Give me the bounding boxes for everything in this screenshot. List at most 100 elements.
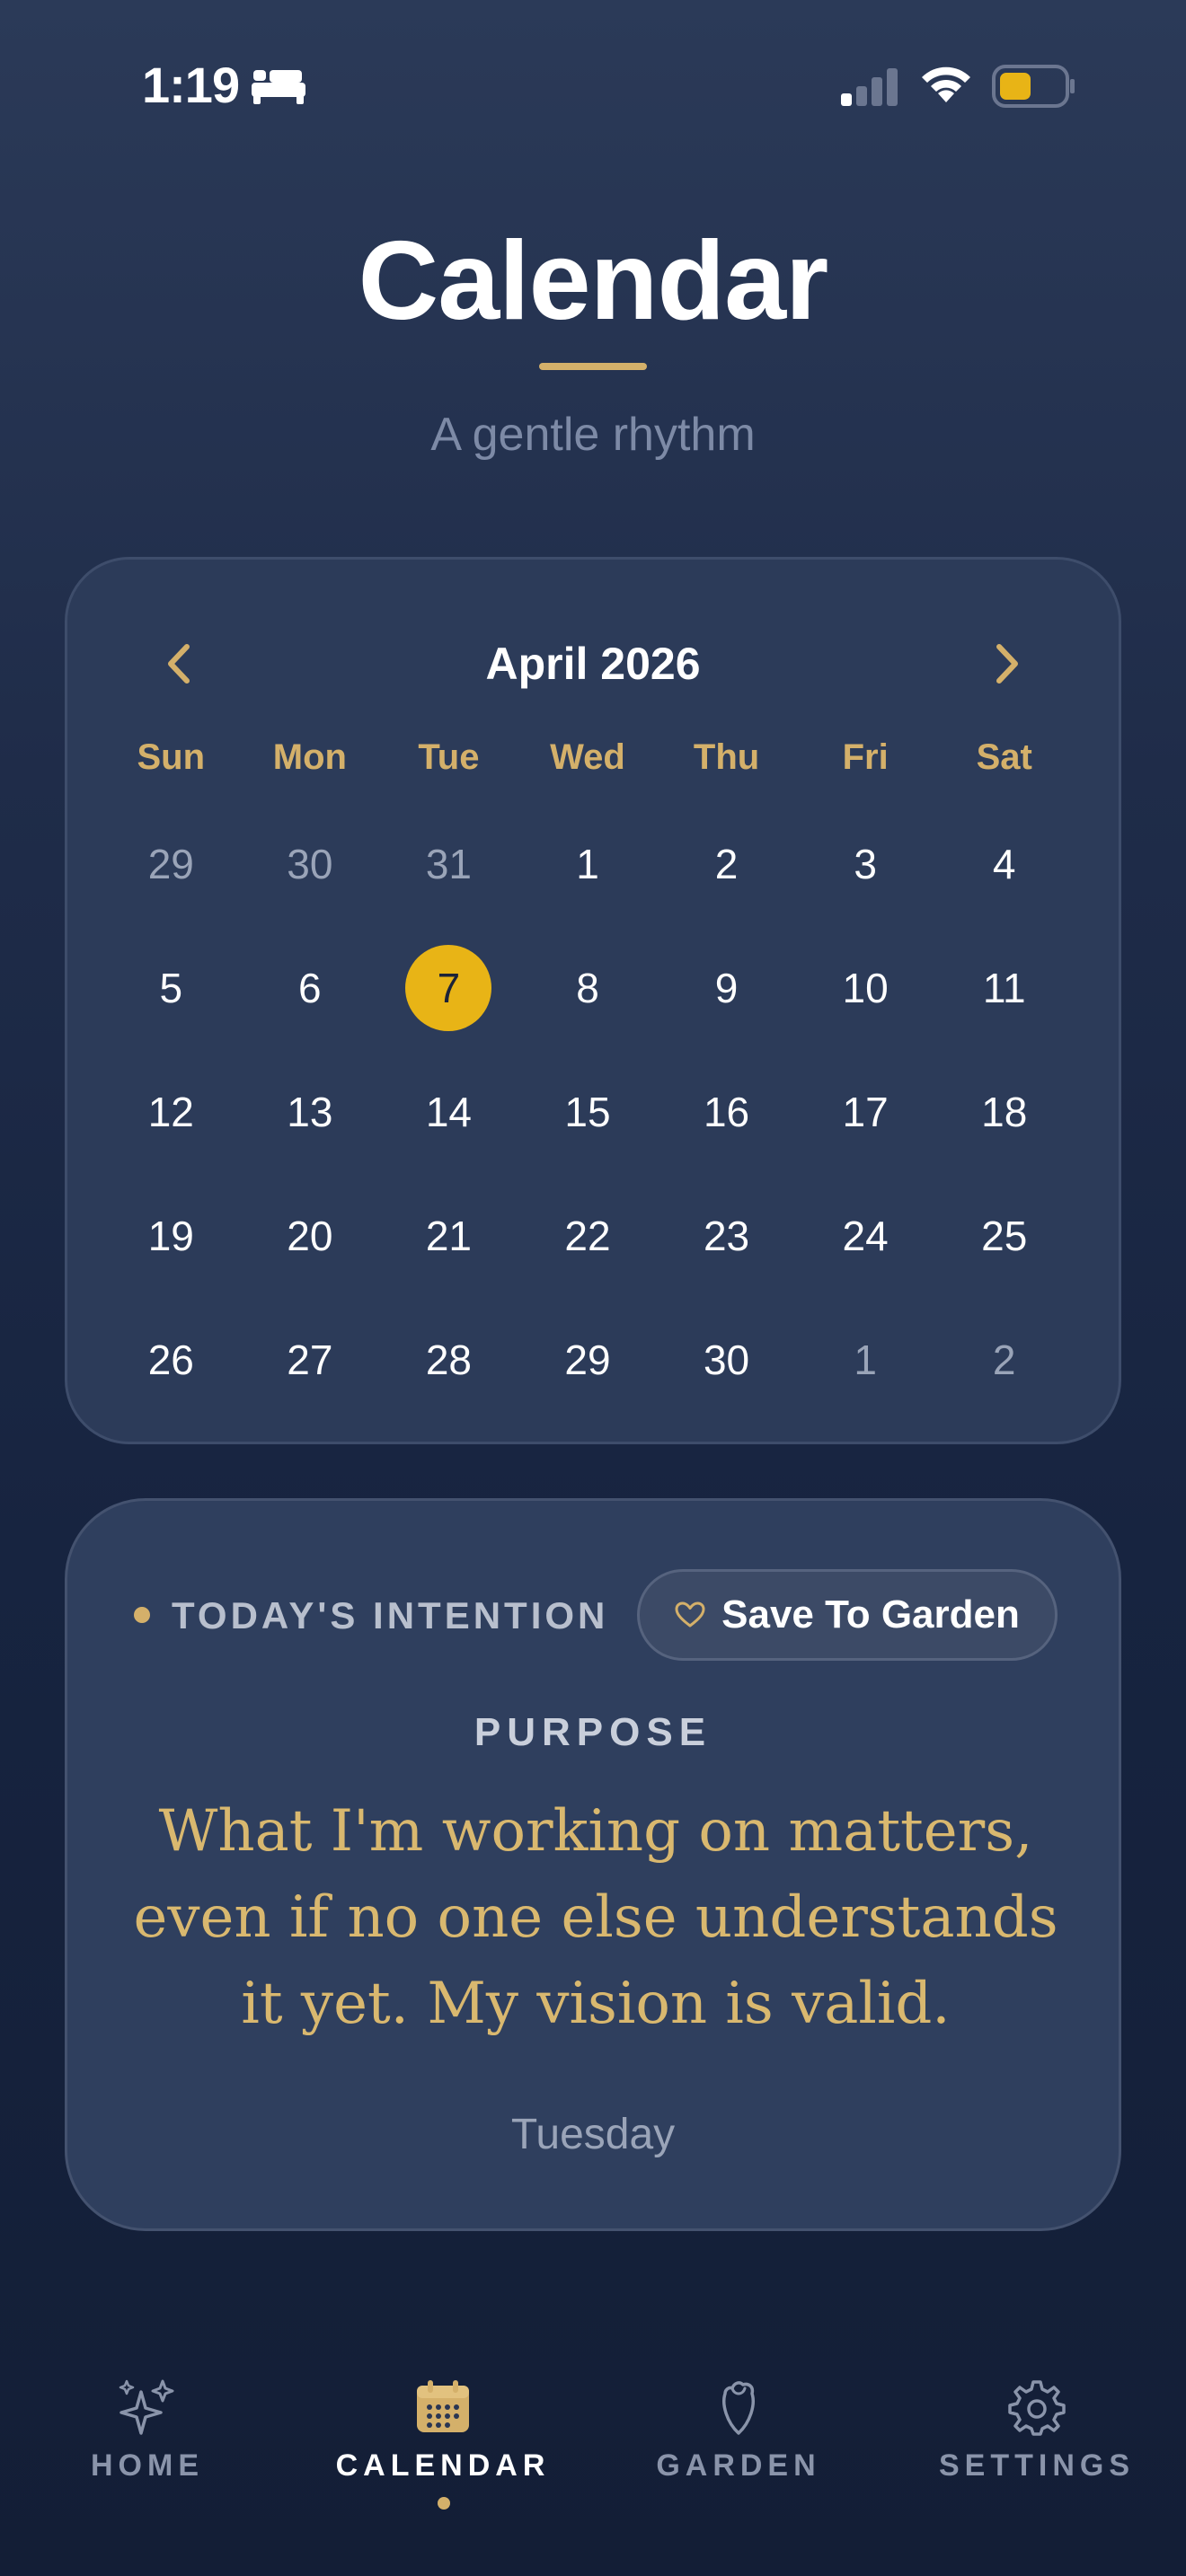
day-cell[interactable]: 3 bbox=[796, 802, 935, 926]
day-cell[interactable]: 26 bbox=[102, 1298, 241, 1422]
day-cell[interactable]: 4 bbox=[934, 802, 1074, 926]
wifi-icon bbox=[922, 66, 970, 102]
day-number: 19 bbox=[147, 1213, 194, 1259]
day-cell[interactable]: 30 bbox=[241, 802, 380, 926]
day-cell[interactable]: 22 bbox=[518, 1174, 658, 1298]
day-cell[interactable]: 6 bbox=[241, 926, 380, 1050]
day-number: 6 bbox=[298, 965, 322, 1011]
day-number: 4 bbox=[992, 841, 1016, 887]
intention-quote: What I'm working on matters, even if no … bbox=[133, 1798, 1058, 2037]
intention-label: TODAY'S INTENTION bbox=[172, 1594, 609, 1636]
day-cell[interactable]: 18 bbox=[934, 1050, 1074, 1174]
page-title: Calendar bbox=[358, 219, 829, 343]
weekday-label: Thu bbox=[693, 737, 760, 777]
bottom-nav: HOME CALENDAR GARDEN SETTINGS bbox=[0, 2353, 1186, 2576]
save-to-garden-button[interactable]: Save To Garden bbox=[637, 1569, 1058, 1661]
day-cell[interactable]: 29 bbox=[102, 802, 241, 926]
weekday-label: Tue bbox=[418, 737, 480, 777]
nav-settings[interactable]: SETTINGS bbox=[911, 2353, 1163, 2515]
weekday-label: Sun bbox=[137, 737, 206, 777]
chevron-right-icon bbox=[996, 644, 1018, 684]
day-number: 2 bbox=[714, 841, 739, 887]
intention-card: TODAY'S INTENTION Save To Garden PURPOSE… bbox=[65, 1498, 1121, 2231]
next-month-button[interactable] bbox=[971, 628, 1043, 700]
day-cell[interactable]: 21 bbox=[379, 1174, 518, 1298]
day-cell[interactable]: 20 bbox=[241, 1174, 380, 1298]
day-cell[interactable]: 8 bbox=[518, 926, 658, 1050]
day-cell[interactable]: 12 bbox=[102, 1050, 241, 1174]
month-label: April 2026 bbox=[485, 639, 701, 689]
day-number: 27 bbox=[287, 1337, 333, 1383]
day-cell[interactable]: 15 bbox=[518, 1050, 658, 1174]
day-number: 5 bbox=[159, 965, 183, 1011]
day-number: 2 bbox=[992, 1337, 1016, 1383]
weekday-label: Fri bbox=[842, 737, 889, 777]
day-number: 17 bbox=[842, 1089, 889, 1135]
day-cell[interactable]: 29 bbox=[518, 1298, 658, 1422]
day-cell[interactable]: 16 bbox=[657, 1050, 796, 1174]
intention-dot bbox=[134, 1607, 150, 1623]
day-cell[interactable]: 30 bbox=[657, 1298, 796, 1422]
nav-settings-label: SETTINGS bbox=[938, 2448, 1136, 2483]
rose-icon bbox=[722, 2381, 755, 2435]
day-number: 29 bbox=[564, 1337, 611, 1383]
day-cell[interactable]: 5 bbox=[102, 926, 241, 1050]
day-cell[interactable]: 2 bbox=[657, 802, 796, 926]
active-indicator-dot bbox=[438, 2497, 450, 2510]
day-cell[interactable]: 2 bbox=[934, 1298, 1074, 1422]
day-number: 16 bbox=[703, 1089, 750, 1135]
day-cell[interactable]: 25 bbox=[934, 1174, 1074, 1298]
nav-calendar-label: CALENDAR bbox=[335, 2448, 551, 2483]
day-cell-today[interactable]: 7 bbox=[379, 926, 518, 1050]
heart-icon bbox=[675, 1601, 705, 1628]
nav-calendar[interactable]: CALENDAR bbox=[317, 2353, 569, 2515]
day-number: 21 bbox=[425, 1213, 472, 1259]
weekday-header-row: Sun Mon Tue Wed Thu Fri Sat bbox=[102, 730, 1074, 784]
day-cell[interactable]: 1 bbox=[518, 802, 658, 926]
day-number: 13 bbox=[287, 1089, 333, 1135]
day-cell[interactable]: 27 bbox=[241, 1298, 380, 1422]
day-cell[interactable]: 31 bbox=[379, 802, 518, 926]
day-number: 10 bbox=[842, 965, 889, 1011]
day-cell[interactable]: 28 bbox=[379, 1298, 518, 1422]
day-number: 20 bbox=[287, 1213, 333, 1259]
day-number: 9 bbox=[714, 965, 739, 1011]
day-number: 29 bbox=[147, 841, 194, 887]
day-cell[interactable]: 17 bbox=[796, 1050, 935, 1174]
save-to-garden-label: Save To Garden bbox=[721, 1592, 1020, 1636]
day-number: 22 bbox=[564, 1213, 611, 1259]
day-cell[interactable]: 14 bbox=[379, 1050, 518, 1174]
day-cell[interactable]: 1 bbox=[796, 1298, 935, 1422]
day-number: 26 bbox=[147, 1337, 194, 1383]
day-cell[interactable]: 11 bbox=[934, 926, 1074, 1050]
day-cell[interactable]: 19 bbox=[102, 1174, 241, 1298]
day-number: 7 bbox=[405, 945, 492, 1031]
nav-home-label: HOME bbox=[91, 2448, 204, 2483]
day-cell[interactable]: 13 bbox=[241, 1050, 380, 1174]
nav-home[interactable]: HOME bbox=[22, 2353, 273, 2515]
day-number: 15 bbox=[564, 1089, 611, 1135]
days-grid: 29 30 31 1 2 3 4 5 6 7 8 9 10 11 12 13 14 15 16 17 18 19 20 21 2… bbox=[102, 802, 1074, 1422]
day-number: 30 bbox=[703, 1337, 750, 1383]
day-number: 3 bbox=[854, 841, 877, 887]
day-number: 1 bbox=[854, 1337, 877, 1383]
day-cell[interactable]: 24 bbox=[796, 1174, 935, 1298]
intention-day: Tuesday bbox=[510, 2111, 676, 2158]
day-number: 18 bbox=[981, 1089, 1028, 1135]
page-subtitle: A gentle rhythm bbox=[430, 409, 756, 461]
day-number: 28 bbox=[425, 1337, 472, 1383]
day-cell[interactable]: 23 bbox=[657, 1174, 796, 1298]
weekday-label: Mon bbox=[272, 737, 347, 777]
weekday-label: Wed bbox=[550, 737, 625, 777]
nav-garden[interactable]: GARDEN bbox=[613, 2353, 864, 2515]
weekday-label: Sat bbox=[976, 737, 1032, 777]
day-cell[interactable]: 9 bbox=[657, 926, 796, 1050]
sparkles-icon bbox=[119, 2379, 174, 2435]
day-number: 23 bbox=[703, 1213, 750, 1259]
day-cell[interactable]: 10 bbox=[796, 926, 935, 1050]
day-number: 1 bbox=[576, 841, 599, 887]
title-underline bbox=[539, 363, 647, 370]
day-number: 14 bbox=[425, 1089, 472, 1135]
intention-category: PURPOSE bbox=[474, 1710, 712, 1754]
calendar-card: April 2026 Sun Mon Tue Wed Thu Fri Sat 29 30 31 1… bbox=[65, 557, 1121, 1444]
